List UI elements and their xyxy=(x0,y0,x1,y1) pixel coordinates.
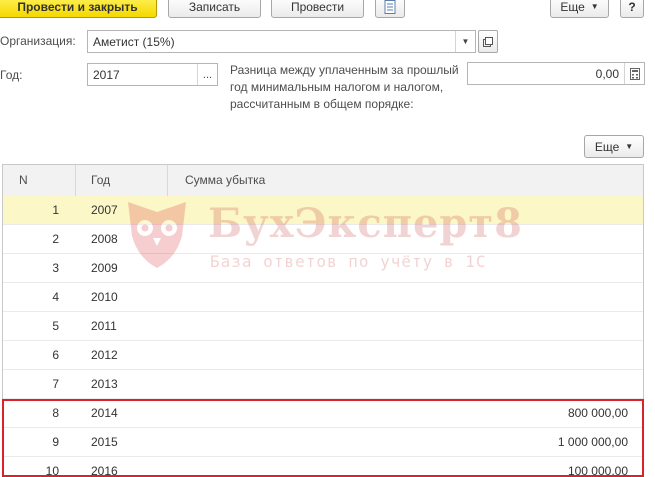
open-window-icon xyxy=(483,36,493,47)
table-row[interactable]: 3 2009 xyxy=(3,254,643,283)
table-row[interactable]: 9 2015 1 000 000,00 xyxy=(3,428,643,457)
table-row[interactable]: 8 2014 800 000,00 xyxy=(3,399,643,428)
year-value: 2017 xyxy=(93,67,120,82)
year-field[interactable]: 2017 ... xyxy=(87,63,218,86)
organization-label: Организация: xyxy=(0,34,76,48)
row-year: 2012 xyxy=(91,348,118,362)
post-label: Провести xyxy=(290,0,345,14)
ellipsis-icon[interactable]: ... xyxy=(197,64,217,85)
column-divider xyxy=(75,165,76,196)
report-button[interactable] xyxy=(375,0,405,18)
row-amount xyxy=(173,312,628,341)
organization-field[interactable]: Аметист (15%) ▼ xyxy=(87,30,476,53)
row-year: 2008 xyxy=(91,232,118,246)
help-label: ? xyxy=(628,0,636,14)
row-amount xyxy=(173,341,628,370)
post-and-close-label: Провести и закрыть xyxy=(17,0,138,14)
column-header-year[interactable]: Год xyxy=(91,165,110,196)
table-row[interactable]: 7 2013 xyxy=(3,370,643,399)
row-amount: 800 000,00 xyxy=(567,406,628,420)
save-label: Записать xyxy=(188,0,241,14)
row-year: 2007 xyxy=(91,203,118,217)
row-year: 2015 xyxy=(91,435,118,449)
organization-value: Аметист (15%) xyxy=(93,34,175,49)
table-row[interactable]: 6 2012 xyxy=(3,341,643,370)
dropdown-arrow-icon[interactable]: ▼ xyxy=(455,31,475,52)
report-list-icon xyxy=(384,0,396,14)
row-year: 2016 xyxy=(91,464,118,476)
table-header: N Год Сумма убытка xyxy=(3,165,643,197)
row-number: 10 xyxy=(45,464,59,476)
open-organization-button[interactable] xyxy=(478,30,498,53)
chevron-down-icon: ▼ xyxy=(590,2,599,11)
row-number: 5 xyxy=(52,319,59,333)
calculator-icon[interactable] xyxy=(624,63,644,84)
post-and-close-button[interactable]: Провести и закрыть xyxy=(0,0,157,18)
row-amount xyxy=(173,283,628,312)
row-number: 8 xyxy=(52,406,59,420)
tax-difference-note: Разница между уплаченным за прошлый год … xyxy=(230,63,459,111)
help-button[interactable]: ? xyxy=(620,0,644,18)
row-number: 6 xyxy=(52,348,59,362)
row-amount xyxy=(173,254,628,283)
table-row[interactable]: 5 2011 xyxy=(3,312,643,341)
row-number: 4 xyxy=(52,290,59,304)
table-more-button[interactable]: Еще ▼ xyxy=(584,135,644,158)
table-row[interactable]: 4 2010 xyxy=(3,283,643,312)
row-number: 9 xyxy=(52,435,59,449)
row-amount xyxy=(173,196,628,225)
row-amount xyxy=(173,370,628,399)
save-button[interactable]: Записать xyxy=(168,0,261,18)
row-year: 2013 xyxy=(91,377,118,391)
table-more-label: Еще xyxy=(594,139,620,154)
row-year: 2011 xyxy=(91,319,117,333)
table-row[interactable]: 2 2008 xyxy=(3,225,643,254)
row-number: 3 xyxy=(52,261,59,275)
tax-difference-field[interactable]: 0,00 xyxy=(467,62,645,85)
row-number: 7 xyxy=(52,377,59,391)
row-year: 2009 xyxy=(91,261,118,275)
row-number: 1 xyxy=(52,203,59,217)
row-year: 2014 xyxy=(91,406,118,420)
row-amount xyxy=(173,225,628,254)
year-label: Год: xyxy=(0,68,23,82)
more-button[interactable]: Еще ▼ xyxy=(550,0,609,18)
row-amount: 1 000 000,00 xyxy=(557,435,628,449)
column-divider xyxy=(167,165,168,196)
losses-table: N Год Сумма убытка 1 2007 2 2008 3 2009 … xyxy=(2,164,644,476)
more-label: Еще xyxy=(560,0,585,14)
post-button[interactable]: Провести xyxy=(271,0,364,18)
row-amount: 100 000,00 xyxy=(567,464,628,476)
row-number: 2 xyxy=(52,232,59,246)
column-header-n[interactable]: N xyxy=(19,165,28,196)
table-row[interactable]: 10 2016 100 000,00 xyxy=(3,457,643,476)
column-header-amount[interactable]: Сумма убытка xyxy=(185,165,265,196)
chevron-down-icon: ▼ xyxy=(625,142,634,151)
tax-difference-value: 0,00 xyxy=(595,66,619,81)
table-row[interactable]: 1 2007 xyxy=(3,196,643,225)
row-year: 2010 xyxy=(91,290,118,304)
